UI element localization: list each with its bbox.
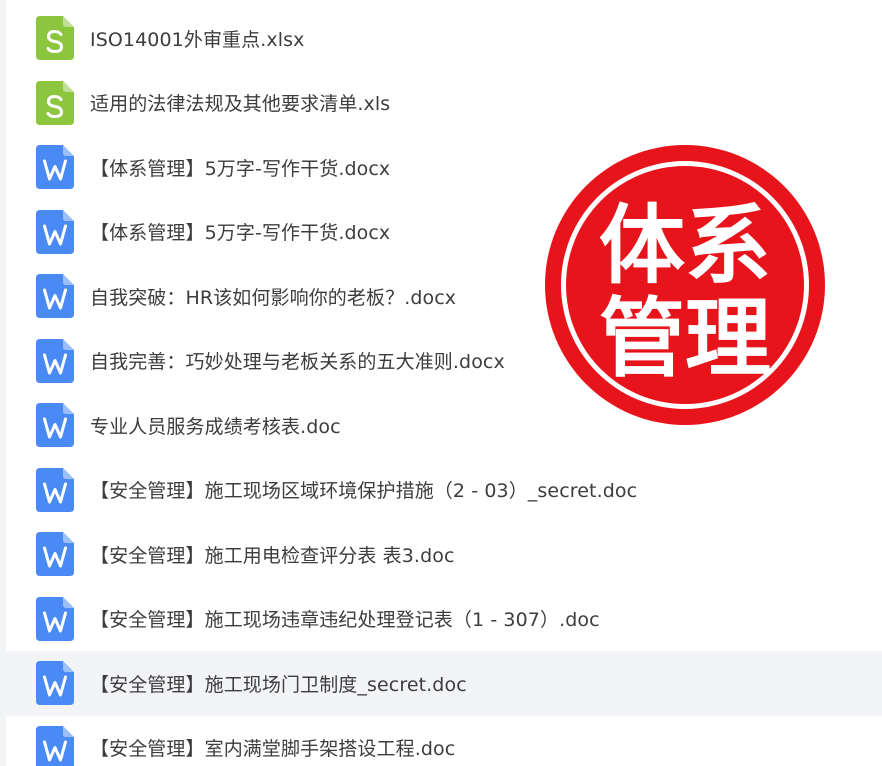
file-row[interactable]: ISO14001外审重点.xlsx [6,6,882,71]
file-name: 【安全管理】室内满堂脚手架搭设工程.doc [90,738,456,761]
file-row[interactable]: 【安全管理】室内满堂脚手架搭设工程.doc [6,716,882,766]
word-file-icon [36,661,74,706]
file-name: 专业人员服务成绩考核表.doc [90,415,341,438]
file-name: 自我突破：HR该如何影响你的老板？.docx [90,286,457,309]
file-name: 【安全管理】施工用电检查评分表 表3.doc [90,544,455,567]
file-name: 【安全管理】施工现场违章违纪处理登记表（1 - 307）.doc [90,609,600,632]
spreadsheet-file-icon [36,16,74,61]
word-file-icon [36,403,74,448]
file-name: 【安全管理】施工现场门卫制度_secret.doc [90,673,467,696]
word-file-icon [36,532,74,577]
file-browser: ISO14001外审重点.xlsx 适用的法律法规及其他要求清单.xls 【体系管理… [0,0,882,766]
file-row[interactable]: 适用的法律法规及其他要求清单.xls [6,71,882,136]
word-file-icon [36,596,74,641]
stamp-text-line2: 管理 [599,289,771,389]
watermark-stamp: 体系 管理 [542,142,828,428]
file-name: ISO14001外审重点.xlsx [90,28,305,51]
file-name: 适用的法律法规及其他要求清单.xls [90,93,391,116]
file-row[interactable]: 【安全管理】施工现场区域环境保护措施（2 - 03）_secret.doc [6,458,882,523]
word-file-icon [36,338,74,383]
file-name: 【安全管理】施工现场区域环境保护措施（2 - 03）_secret.doc [90,480,638,503]
word-file-icon [36,209,74,254]
file-name: 自我完善：巧妙处理与老板关系的五大准则.docx [90,351,505,374]
file-row[interactable]: 【安全管理】施工现场违章违纪处理登记表（1 - 307）.doc [6,587,882,652]
file-row[interactable]: 【安全管理】施工用电检查评分表 表3.doc [6,522,882,587]
word-file-icon [36,145,74,190]
word-file-icon [36,274,74,319]
spreadsheet-file-icon [36,80,74,125]
word-file-icon [36,467,74,512]
word-file-icon [36,725,74,766]
stamp-text-line1: 体系 [599,196,771,296]
file-name: 【体系管理】5万字-写作干货.docx [90,157,391,180]
file-row[interactable]: 【安全管理】施工现场门卫制度_secret.doc [6,651,882,716]
file-name: 【体系管理】5万字-写作干货.docx [90,222,391,245]
